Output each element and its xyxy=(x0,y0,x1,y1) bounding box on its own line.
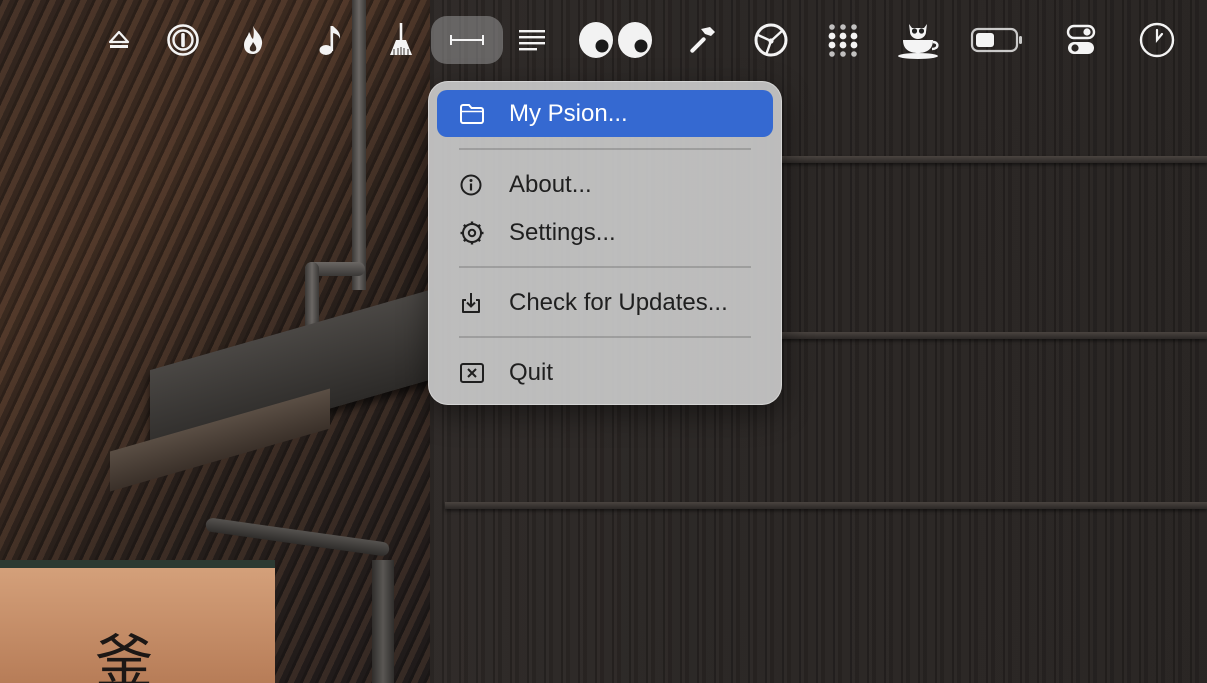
info-icon xyxy=(437,173,509,197)
horizontal-arrows-icon[interactable] xyxy=(431,16,503,64)
menu-separator xyxy=(459,266,751,268)
password-manager-icon[interactable] xyxy=(162,16,204,64)
clock-icon[interactable] xyxy=(1134,16,1180,64)
menu-item-label: Quit xyxy=(509,358,554,386)
dots-grid-icon[interactable] xyxy=(823,16,863,64)
menu-separator xyxy=(459,148,751,150)
gear-icon xyxy=(437,220,509,246)
music-note-icon[interactable] xyxy=(312,16,348,64)
text-lines-icon[interactable] xyxy=(514,16,550,64)
wall-beam xyxy=(445,502,1207,509)
menu-item-my-psion[interactable]: My Psion... xyxy=(437,90,773,137)
hammer-icon[interactable] xyxy=(682,16,720,64)
menu-item-label: My Psion... xyxy=(509,99,628,127)
shop-sign-glyph: 釜 xyxy=(95,628,154,683)
menu-bar xyxy=(0,0,1207,78)
menu-item-quit[interactable]: Quit xyxy=(437,349,773,396)
wall-beam xyxy=(780,156,1207,163)
battery-icon[interactable] xyxy=(969,16,1025,64)
flame-icon[interactable] xyxy=(235,16,271,64)
broom-icon[interactable] xyxy=(383,16,419,64)
app-dropdown-menu: My Psion... About... Settings... Check f… xyxy=(428,81,782,405)
wall-beam xyxy=(780,332,1207,339)
toggle-switches-icon[interactable] xyxy=(1062,16,1100,64)
download-tray-icon xyxy=(437,291,509,315)
menu-item-label: About... xyxy=(509,170,592,198)
menu-item-about[interactable]: About... xyxy=(437,161,773,208)
menu-separator xyxy=(459,336,751,338)
menu-item-label: Settings... xyxy=(509,218,616,246)
googly-eyes-icon[interactable] xyxy=(574,16,656,64)
eject-icon[interactable] xyxy=(100,16,138,64)
menu-item-settings[interactable]: Settings... xyxy=(437,209,773,256)
close-box-icon xyxy=(437,362,509,384)
drain-pipe xyxy=(372,560,394,683)
menu-item-label: Check for Updates... xyxy=(509,288,728,316)
folder-icon xyxy=(437,103,509,125)
menu-item-check-for-updates[interactable]: Check for Updates... xyxy=(437,279,773,326)
owl-coffee-cup-icon[interactable] xyxy=(893,16,943,64)
network-globe-icon[interactable] xyxy=(750,16,792,64)
